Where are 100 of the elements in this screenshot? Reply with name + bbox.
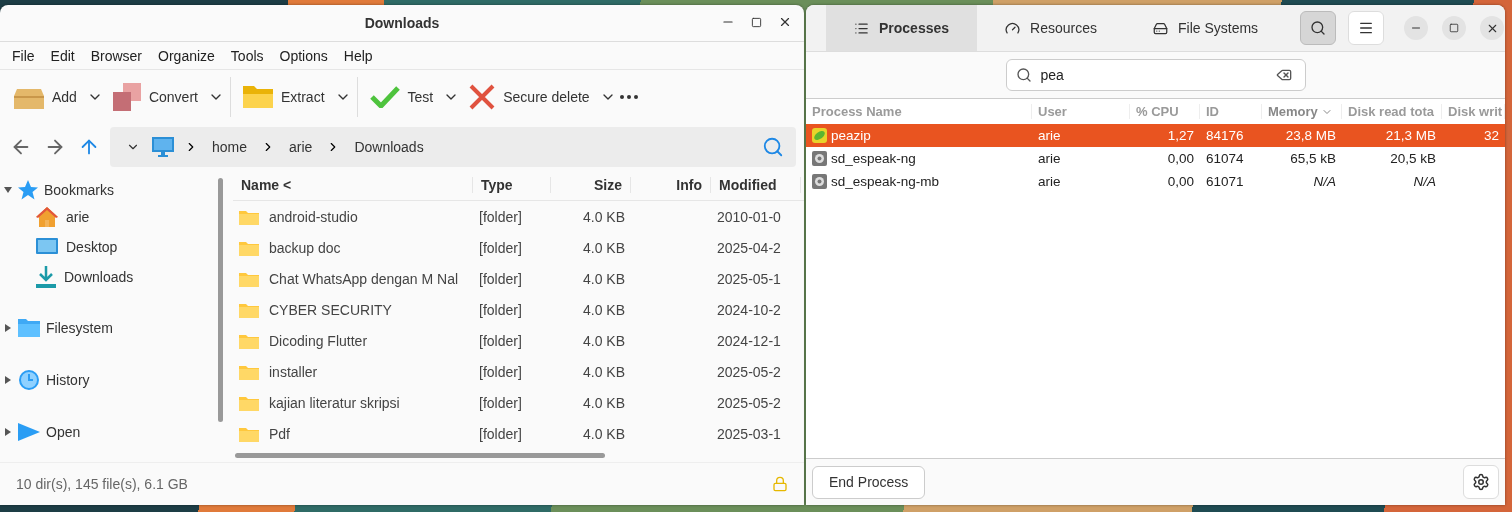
type-cell-text: [folder]	[478, 394, 523, 411]
process-row[interactable]: sd_espeak-ng-mb arie 0,00 61071 N/A N/A	[806, 170, 1505, 193]
menu-item[interactable]: Browser	[82, 47, 151, 64]
menu-item[interactable]: Edit	[42, 47, 83, 64]
file-row[interactable]: CYBER SECURITY [folder] 4.0 KB 2024-10-2	[233, 294, 804, 325]
tab[interactable]: Resources	[977, 5, 1125, 51]
toolbar-button[interactable]: Test	[361, 77, 442, 117]
name-cell: kajian literatur skripsi	[233, 394, 473, 411]
search-icon	[1310, 20, 1327, 36]
play-icon	[18, 423, 40, 441]
folder-icon	[239, 425, 259, 442]
menu-button[interactable]	[1348, 11, 1385, 45]
size-cell-text: 4.0 KB	[581, 208, 626, 225]
window-title: Downloads	[364, 15, 440, 31]
cross-icon	[469, 84, 496, 110]
status-text: 10 dir(s), 145 file(s), 6.1 GB	[16, 476, 188, 492]
size-cell-text: 4.0 KB	[581, 239, 626, 256]
path-segment[interactable]: home	[208, 139, 252, 155]
more-icon	[619, 95, 638, 99]
name-cell: android-studio	[233, 208, 473, 225]
menu-item[interactable]: Options	[271, 47, 336, 64]
cpu-cell-text: 0,00	[1166, 174, 1195, 189]
file-row[interactable]: installer [folder] 4.0 KB 2025-05-2	[233, 356, 804, 387]
menu-item[interactable]: Tools	[222, 47, 272, 64]
file-row[interactable]: Chat WhatsApp dengan M Nal [folder] 4.0 KB 2025-05-1	[233, 263, 804, 294]
id-cell-text: 61074	[1205, 151, 1245, 166]
sidebar-section[interactable]: Open	[0, 420, 81, 444]
toolbar-button[interactable]: Convert	[104, 77, 206, 117]
type-cell-text: [folder]	[478, 301, 523, 318]
folder-icon	[239, 363, 259, 380]
app-icon	[812, 128, 827, 143]
sidebar-item[interactable]: arie	[0, 202, 90, 232]
search-icon	[1015, 67, 1032, 83]
column-header[interactable]: Modified	[711, 177, 801, 193]
disk-write-cell-text: 32	[1482, 128, 1500, 143]
name-cell: installer	[233, 363, 473, 380]
sidebar-item[interactable]: Downloads	[0, 262, 134, 292]
tab[interactable]: Processes	[826, 5, 978, 51]
folder-icon	[242, 86, 273, 108]
date-cell-text: 2024-10-2	[716, 301, 782, 318]
memory-cell-text: N/A	[1312, 174, 1337, 189]
minimize-button[interactable]	[1404, 16, 1429, 40]
menu-item[interactable]: Organize	[150, 47, 223, 64]
column-header[interactable]: Name <	[233, 177, 473, 193]
type-cell-text: [folder]	[478, 208, 523, 225]
id-cell-text: 61071	[1205, 174, 1245, 189]
id-cell-text: 84176	[1205, 128, 1245, 143]
search-button[interactable]	[1300, 11, 1337, 45]
type-cell-text: [folder]	[478, 363, 523, 380]
maximize-button[interactable]	[1442, 16, 1467, 40]
folder-icon	[239, 208, 259, 225]
sidebar-section[interactable]: History	[0, 368, 90, 392]
settings-button[interactable]	[1463, 465, 1499, 499]
folder-icon	[239, 270, 259, 287]
star-icon	[18, 180, 38, 200]
toolbar-button[interactable]: Secure delete	[461, 77, 598, 117]
name-cell: Pdf	[233, 425, 473, 442]
process-row[interactable]: sd_espeak-ng arie 0,00 61074 65,5 kB 20,5 kB	[806, 147, 1505, 170]
disk-read-cell-text: 21,3 MB	[1384, 128, 1437, 143]
file-row[interactable]: Dicoding Flutter [folder] 4.0 KB 2024-12-1	[233, 325, 804, 356]
tab[interactable]: File Systems	[1125, 5, 1287, 51]
sidebar-section[interactable]: Bookmarks	[0, 178, 115, 202]
search-field[interactable]: pea	[1005, 59, 1306, 91]
column-header[interactable]: Info	[631, 177, 711, 193]
more-button[interactable]	[617, 93, 640, 101]
toolbar-button[interactable]: Extract	[234, 77, 333, 117]
size-cell-text: 4.0 KB	[581, 332, 626, 349]
folder-icon	[18, 319, 40, 337]
column-header[interactable]: Type	[473, 177, 551, 193]
maximize-icon	[751, 16, 762, 28]
path-segment[interactable]: Downloads	[350, 139, 428, 155]
close-button[interactable]	[1480, 16, 1505, 40]
menu-item[interactable]: File	[4, 47, 43, 64]
file-row[interactable]: kajian literatur skripsi [folder] 4.0 KB 2025-05-2	[233, 387, 804, 418]
clock-icon	[18, 369, 40, 391]
type-cell-text: [folder]	[478, 332, 523, 349]
path-segment[interactable]: arie	[285, 139, 317, 155]
list-icon	[854, 20, 869, 36]
memory-cell-text: 23,8 MB	[1284, 128, 1337, 143]
end-process-button[interactable]: End Process	[812, 465, 926, 499]
user-cell-text: arie	[1037, 151, 1062, 166]
collapsed-icon	[4, 376, 12, 384]
expanded-icon	[4, 186, 12, 194]
column-header[interactable]: Memory	[1262, 104, 1342, 119]
toolbar-button[interactable]: Add	[6, 77, 85, 117]
file-row[interactable]: android-studio [folder] 4.0 KB 2010-01-0	[233, 201, 804, 232]
folder-icon	[239, 332, 259, 349]
process-row[interactable]: peazip arie 1,27 84176 23,8 MB 21,3 MB 32	[806, 124, 1505, 147]
search-icon	[762, 136, 784, 158]
clear-icon[interactable]	[1275, 67, 1292, 83]
file-row[interactable]: Pdf [folder] 4.0 KB 2025-03-1	[233, 418, 804, 449]
date-cell-text: 2025-05-2	[716, 394, 782, 411]
file-row[interactable]: backup doc [folder] 4.0 KB 2025-04-2	[233, 232, 804, 263]
sidebar-section[interactable]: Filesystem	[0, 316, 113, 340]
close-icon	[778, 15, 792, 29]
sidebar-item[interactable]: Desktop	[0, 232, 118, 262]
menu-item[interactable]: Help	[335, 47, 381, 64]
date-cell-text: 2024-12-1	[716, 332, 782, 349]
column-header[interactable]: Size	[551, 177, 631, 193]
home-icon	[36, 207, 58, 227]
